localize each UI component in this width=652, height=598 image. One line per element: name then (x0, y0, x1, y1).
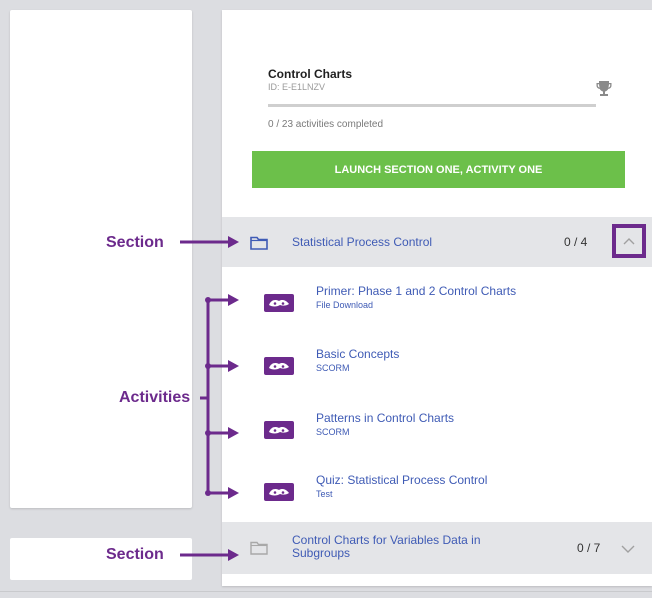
annotation-arrowhead (228, 236, 239, 248)
annotation-arrows (180, 236, 239, 561)
